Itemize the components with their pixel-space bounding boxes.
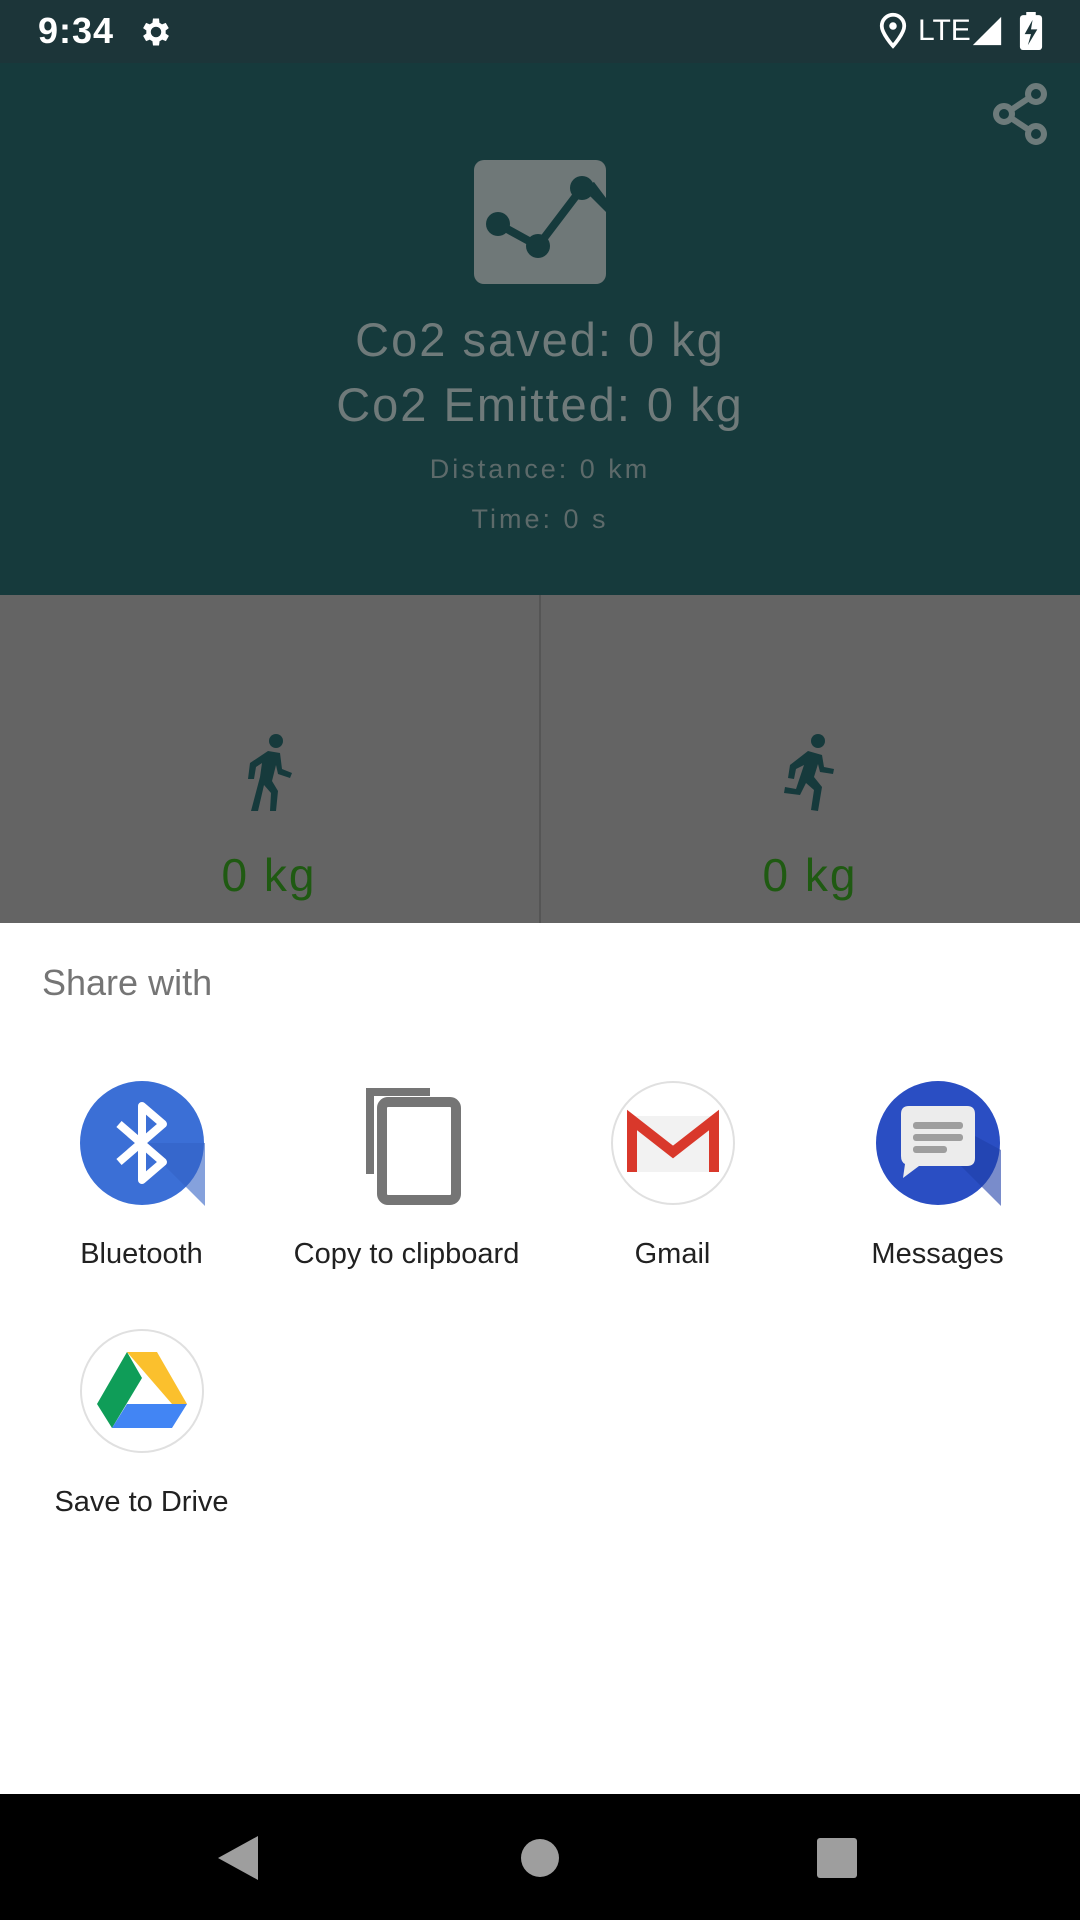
co2-emitted-text: Co2 Emitted: 0 kg bbox=[336, 378, 744, 431]
gmail-icon bbox=[610, 1081, 735, 1205]
distance-text: Distance: 0 km bbox=[429, 454, 651, 484]
time-text: Time: 0 s bbox=[471, 504, 609, 534]
drive-icon bbox=[79, 1329, 204, 1453]
share-label: Messages bbox=[871, 1238, 1004, 1270]
co2-saved-text: Co2 saved: 0 kg bbox=[355, 313, 725, 366]
copy-icon bbox=[365, 1088, 461, 1205]
location-icon bbox=[879, 12, 907, 49]
run-icon bbox=[784, 734, 834, 811]
share-label: Copy to clipboard bbox=[293, 1238, 520, 1270]
walk-kg-value: 0 kg bbox=[221, 849, 317, 901]
home-icon[interactable] bbox=[520, 1838, 560, 1878]
share-icon[interactable] bbox=[990, 82, 1050, 146]
share-sheet-title: Share with bbox=[42, 962, 213, 1003]
back-icon[interactable] bbox=[214, 1834, 262, 1882]
share-target-gmail[interactable]: Gmail bbox=[540, 1080, 805, 1273]
messages-icon bbox=[875, 1081, 1001, 1206]
chart-icon bbox=[474, 160, 606, 284]
share-target-drive[interactable]: Save to Drive bbox=[9, 1328, 274, 1521]
network-type: LTE bbox=[918, 14, 971, 47]
status-bar: 9:34 LTE bbox=[0, 0, 1080, 63]
walk-icon bbox=[248, 734, 292, 811]
signal-icon bbox=[972, 16, 1002, 46]
share-target-messages[interactable]: Messages bbox=[805, 1080, 1070, 1273]
battery-charging-icon bbox=[1019, 12, 1043, 50]
gear-icon bbox=[143, 18, 169, 46]
share-target-copy[interactable]: Copy to clipboard bbox=[274, 1080, 539, 1273]
share-target-bluetooth[interactable]: Bluetooth bbox=[9, 1080, 274, 1273]
share-label: Gmail bbox=[634, 1238, 711, 1270]
share-label: Bluetooth bbox=[80, 1238, 203, 1270]
status-time: 9:34 bbox=[38, 10, 115, 51]
recents-icon[interactable] bbox=[817, 1838, 857, 1878]
run-kg-value: 0 kg bbox=[762, 849, 858, 901]
bluetooth-icon bbox=[79, 1081, 205, 1206]
share-label: Save to Drive bbox=[54, 1486, 229, 1518]
